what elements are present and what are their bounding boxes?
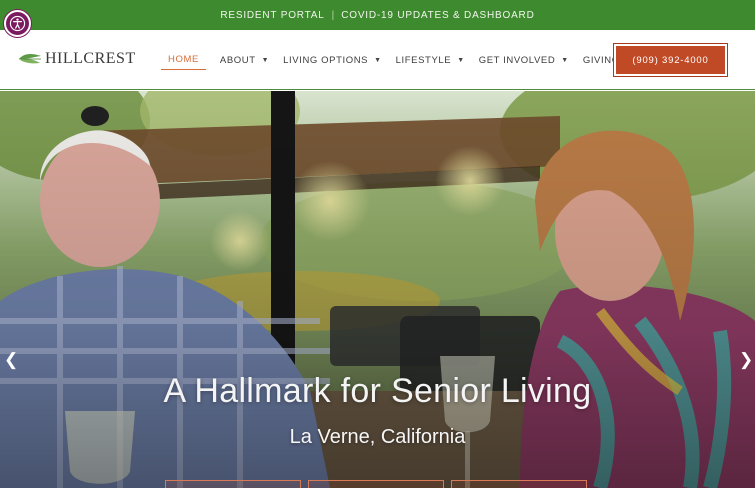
chevron-left-icon: ❮: [4, 350, 19, 369]
nav-home-label: HOME: [168, 54, 199, 65]
slider-prev-button[interactable]: ❮: [4, 350, 18, 370]
top-bar: RESIDENT PORTAL | COVID-19 UPDATES & DAS…: [0, 0, 755, 30]
nav-get-involved-label: GET INVOLVED: [478, 54, 556, 66]
nav-about[interactable]: ABOUT ▼: [220, 50, 269, 70]
nav-lifestyle-label: LIFESTYLE: [395, 54, 452, 66]
phone-call-button[interactable]: (909) 392-4000: [613, 43, 728, 77]
logo-text: HILLCREST: [45, 50, 136, 67]
accessibility-icon: [9, 15, 26, 32]
slider-next-button[interactable]: ❯: [739, 350, 753, 370]
hero-cta-button-2[interactable]: [308, 480, 444, 488]
nav-home[interactable]: HOME: [161, 50, 206, 70]
accessibility-button[interactable]: [4, 10, 31, 37]
nav-lifestyle[interactable]: LIFESTYLE ▼: [396, 50, 465, 70]
covid-updates-link[interactable]: COVID-19 UPDATES & DASHBOARD: [341, 10, 534, 21]
nav-living-options-label: LIVING OPTIONS: [283, 54, 369, 66]
chevron-down-icon: ▼: [374, 56, 382, 64]
hero-cta-button-3[interactable]: [451, 480, 587, 488]
topbar-separator: |: [331, 9, 335, 21]
site-header: HILLCREST HOME ABOUT ▼ LIVING OPTIONS ▼ …: [0, 30, 755, 90]
chevron-down-icon: ▼: [261, 56, 270, 64]
chevron-down-icon: ▼: [561, 56, 569, 64]
nav-about-label: ABOUT: [219, 54, 256, 66]
chevron-down-icon: ▼: [457, 56, 465, 64]
nav-get-involved[interactable]: GET INVOLVED ▼: [479, 50, 569, 70]
leaf-logo-icon: [19, 54, 41, 64]
hero-cta-button-1[interactable]: [165, 480, 301, 488]
resident-portal-link[interactable]: RESIDENT PORTAL: [220, 10, 324, 21]
hero-slider: ❮ ❯ A Hallmark for Senior Living La Vern…: [0, 91, 755, 488]
hero-subline: La Verne, California: [289, 426, 466, 448]
nav-living-options[interactable]: LIVING OPTIONS ▼: [283, 50, 381, 70]
chevron-right-icon: ❯: [739, 350, 754, 369]
hero-headline: A Hallmark for Senior Living: [163, 372, 592, 410]
hillcrest-logo[interactable]: HILLCREST: [18, 50, 136, 68]
main-nav: HOME ABOUT ▼ LIVING OPTIONS ▼ LIFESTYLE …: [161, 30, 634, 90]
